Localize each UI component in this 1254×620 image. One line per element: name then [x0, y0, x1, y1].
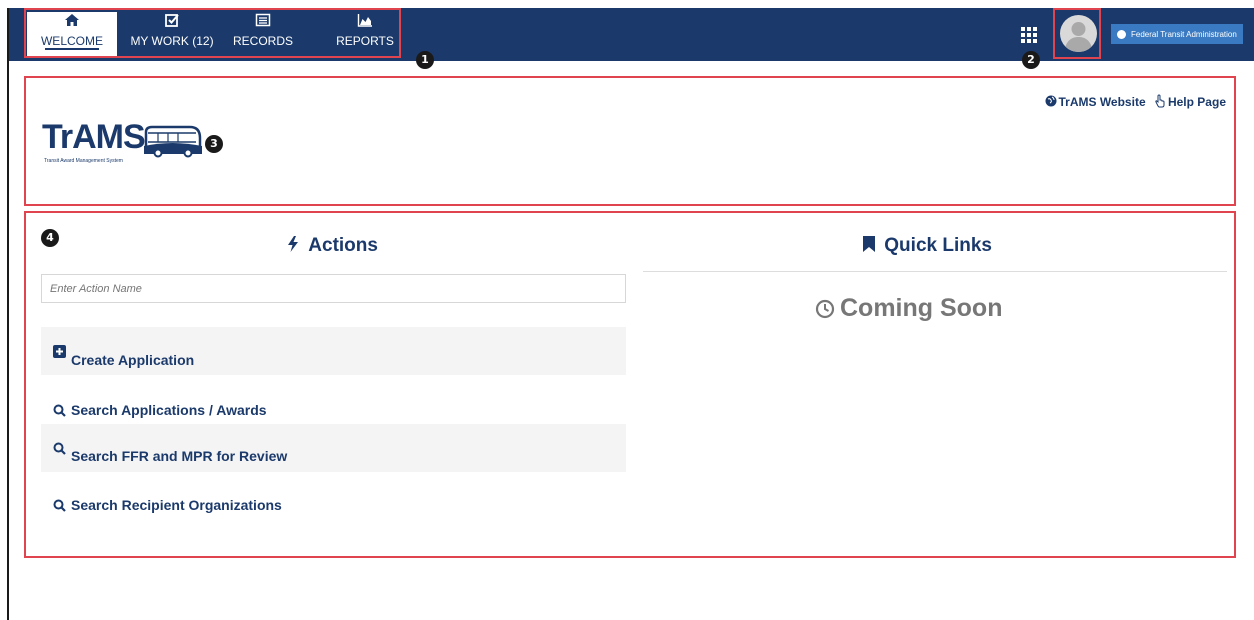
coming-soon-text: Coming Soon: [840, 294, 1003, 322]
logo-subtitle: Transit Award Management System: [44, 158, 123, 164]
clock-icon: [815, 299, 835, 318]
hand-pointer-icon: [1155, 94, 1165, 108]
logo-wordmark: TrAMS: [42, 118, 146, 156]
action-label: Search FFR and MPR for Review: [71, 448, 288, 464]
app-grid-icon[interactable]: [1021, 27, 1037, 43]
search-icon: [53, 404, 66, 417]
callout-3: 3: [205, 135, 223, 153]
action-create-application[interactable]: Create Application: [41, 327, 626, 375]
avatar-highlight-box: [1053, 8, 1101, 59]
coming-soon-status: Coming Soon: [815, 294, 1002, 323]
header-links: TrAMS Website Help Page: [1045, 94, 1226, 109]
bookmark-icon: [863, 236, 875, 252]
globe-icon: [1045, 95, 1057, 107]
quick-links-heading: Quick Links: [863, 235, 992, 257]
actions-heading: Actions: [287, 235, 378, 257]
search-icon: [53, 499, 66, 512]
callout-4: 4: [41, 229, 59, 247]
window-left-edge: [7, 8, 9, 620]
action-search-input[interactable]: [41, 274, 626, 303]
plus-square-icon: [53, 344, 66, 358]
dot-logo-icon: [1117, 29, 1126, 39]
quick-links-divider: [643, 271, 1227, 272]
trams-website-link[interactable]: TrAMS Website: [1058, 95, 1145, 109]
action-label: Create Application: [71, 352, 195, 368]
action-label: Search Recipient Organizations: [71, 497, 282, 513]
nav-highlight-box: [24, 8, 401, 58]
agency-button[interactable]: Federal Transit Administration: [1111, 24, 1243, 44]
action-search-recipients[interactable]: Search Recipient Organizations: [41, 481, 626, 529]
quick-links-title: Quick Links: [884, 235, 992, 256]
callout-1: 1: [416, 51, 434, 69]
page: WELCOME MY WORK (12) RECORDS REPORTS 1 2: [0, 0, 1254, 620]
action-search-ffr-mpr[interactable]: Search FFR and MPR for Review: [41, 424, 626, 472]
trams-logo: TrAMS Transit Award Management System: [42, 118, 212, 168]
bolt-icon: [288, 236, 298, 252]
help-page-link[interactable]: Help Page: [1168, 95, 1226, 109]
bus-icon: [144, 125, 202, 158]
search-icon: [53, 442, 66, 455]
actions-title: Actions: [308, 235, 378, 256]
agency-label: Federal Transit Administration: [1131, 29, 1237, 39]
action-label: Search Applications / Awards: [71, 402, 267, 418]
callout-2: 2: [1022, 51, 1040, 69]
